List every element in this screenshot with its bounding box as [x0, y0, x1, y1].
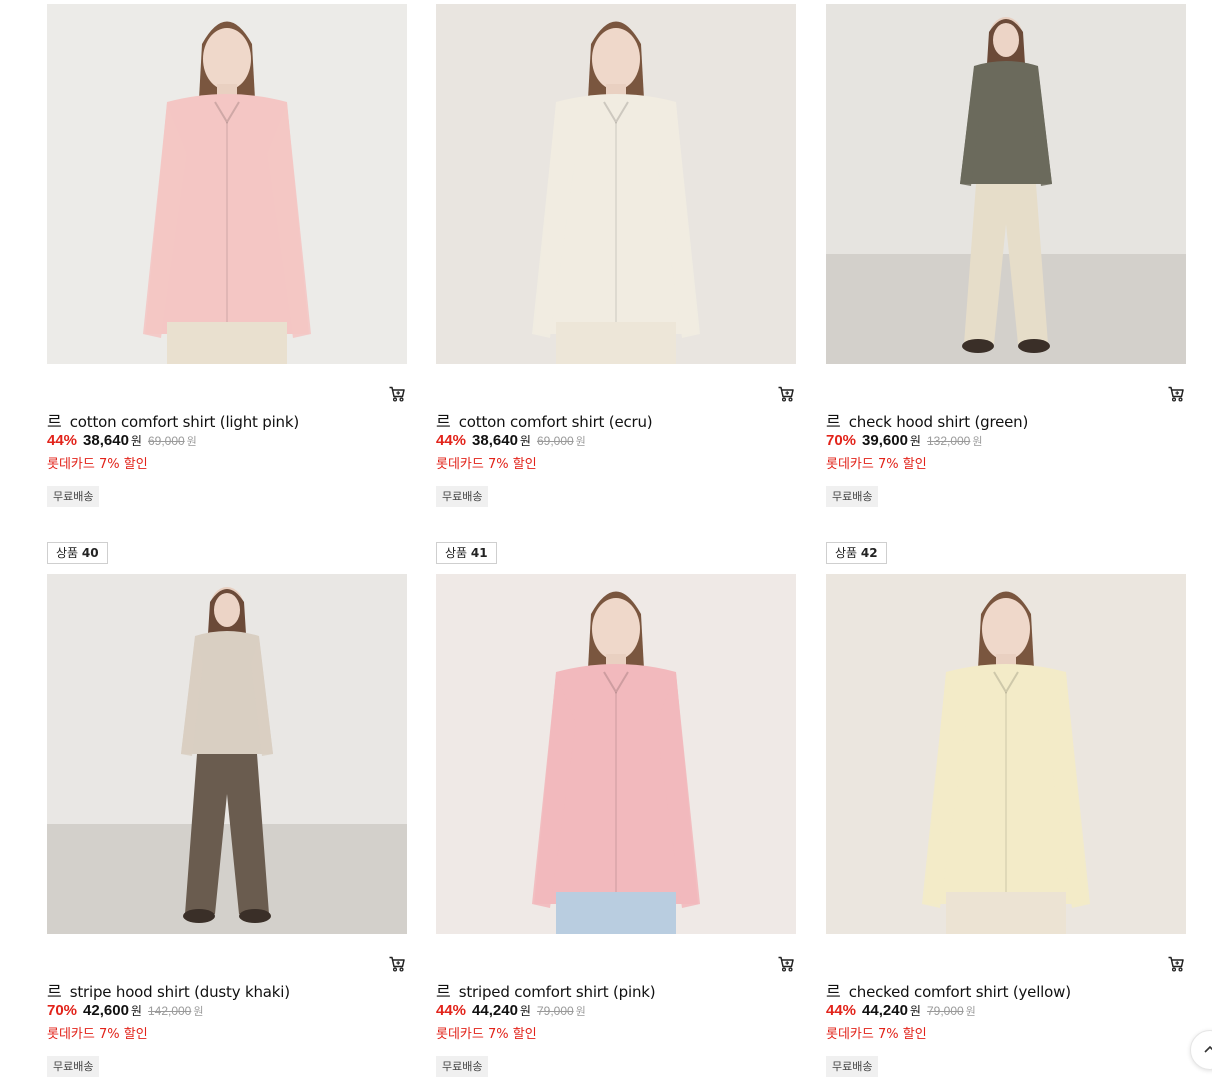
product-name[interactable]: striped comfort shirt (pink) — [459, 983, 656, 1001]
original-currency-unit: 원 — [575, 435, 586, 448]
card-discount-text: 롯데카드 7% 할인 — [47, 457, 148, 472]
cart-icon — [1168, 956, 1184, 972]
discount-rate: 44% — [47, 432, 78, 449]
sale-price: 38,640 — [472, 432, 518, 449]
product-card[interactable]: 상품 40 르 stripe hood shirt (dusty khaki) 70%… — [47, 542, 407, 1077]
cart-icon — [778, 386, 794, 402]
currency-unit: 원 — [519, 1004, 531, 1018]
product-name[interactable]: cotton comfort shirt (ecru) — [459, 413, 653, 431]
brand-name[interactable]: 르 — [436, 978, 451, 1002]
brand-name[interactable]: 르 — [826, 978, 841, 1002]
currency-unit: 원 — [909, 434, 921, 448]
product-card[interactable]: 상품 41 르 striped comfort shirt (pink) 44% 44,… — [436, 542, 796, 1077]
brand-name[interactable]: 르 — [826, 408, 841, 432]
product-card[interactable]: 르 cotton comfort shirt (ecru) 44% 38,640 원 69… — [436, 4, 796, 507]
discount-rate: 44% — [436, 1002, 467, 1019]
rank-badge: 상품 40 — [47, 542, 108, 564]
cart-icon — [389, 956, 405, 972]
product-card[interactable]: 르 cotton comfort shirt (light pink) 44% 38,… — [47, 4, 407, 507]
free-shipping-tag: 무료배송 — [47, 1056, 100, 1077]
discount-rate: 70% — [826, 432, 857, 449]
rank-label: 상품 — [835, 546, 858, 560]
original-price: 142,000 — [147, 1004, 192, 1018]
product-image[interactable] — [436, 574, 796, 934]
product-card[interactable]: 르 check hood shirt (green) 70% 39,600 원 132,0… — [826, 4, 1186, 507]
card-discount-text: 롯데카드 7% 할인 — [826, 1027, 927, 1042]
product-image[interactable] — [436, 4, 796, 364]
sale-price: 39,600 — [862, 432, 908, 449]
original-price: 69,000 — [536, 434, 574, 448]
cart-icon — [778, 956, 794, 972]
rank-number: 42 — [860, 546, 878, 560]
original-price: 69,000 — [147, 434, 185, 448]
product-card[interactable]: 상품 42 르 checked comfort shirt (yellow) 44% 4… — [826, 542, 1186, 1077]
free-shipping-tag: 무료배송 — [436, 1056, 489, 1077]
add-to-cart-button[interactable] — [776, 384, 796, 404]
card-discount-text: 롯데카드 7% 할인 — [436, 1027, 537, 1042]
currency-unit: 원 — [130, 1004, 142, 1018]
original-currency-unit: 원 — [575, 1005, 586, 1018]
brand-name[interactable]: 르 — [47, 978, 62, 1002]
original-price: 79,000 — [926, 1004, 964, 1018]
add-to-cart-button[interactable] — [387, 954, 407, 974]
sale-price: 42,600 — [83, 1002, 129, 1019]
original-price: 79,000 — [536, 1004, 574, 1018]
product-image[interactable] — [826, 4, 1186, 364]
sale-price: 38,640 — [83, 432, 129, 449]
sale-price: 44,240 — [862, 1002, 908, 1019]
product-name[interactable]: stripe hood shirt (dusty khaki) — [70, 983, 290, 1001]
product-image[interactable] — [47, 574, 407, 934]
cart-icon — [389, 386, 405, 402]
rank-label: 상품 — [445, 546, 468, 560]
rank-badge: 상품 42 — [826, 542, 887, 564]
discount-rate: 44% — [826, 1002, 857, 1019]
currency-unit: 원 — [519, 434, 531, 448]
original-price: 132,000 — [926, 434, 971, 448]
product-name[interactable]: cotton comfort shirt (light pink) — [70, 413, 299, 431]
cart-icon — [1168, 386, 1184, 402]
original-currency-unit: 원 — [186, 435, 197, 448]
add-to-cart-button[interactable] — [1166, 954, 1186, 974]
original-currency-unit: 원 — [972, 435, 983, 448]
currency-unit: 원 — [909, 1004, 921, 1018]
free-shipping-tag: 무료배송 — [436, 486, 489, 507]
free-shipping-tag: 무료배송 — [826, 1056, 879, 1077]
brand-name[interactable]: 르 — [436, 408, 451, 432]
add-to-cart-button[interactable] — [776, 954, 796, 974]
discount-rate: 44% — [436, 432, 467, 449]
free-shipping-tag: 무료배송 — [826, 486, 879, 507]
card-discount-text: 롯데카드 7% 할인 — [47, 1027, 148, 1042]
card-discount-text: 롯데카드 7% 할인 — [436, 457, 537, 472]
sale-price: 44,240 — [472, 1002, 518, 1019]
scroll-to-top-button[interactable] — [1190, 1030, 1212, 1070]
original-currency-unit: 원 — [965, 1005, 976, 1018]
currency-unit: 원 — [130, 434, 142, 448]
free-shipping-tag: 무료배송 — [47, 486, 100, 507]
original-currency-unit: 원 — [193, 1005, 204, 1018]
brand-name[interactable]: 르 — [47, 408, 62, 432]
rank-number: 41 — [470, 546, 488, 560]
rank-label: 상품 — [56, 546, 79, 560]
discount-rate: 70% — [47, 1002, 78, 1019]
add-to-cart-button[interactable] — [1166, 384, 1186, 404]
rank-badge: 상품 41 — [436, 542, 497, 564]
chevron-up-icon — [1204, 1045, 1212, 1053]
add-to-cart-button[interactable] — [387, 384, 407, 404]
card-discount-text: 롯데카드 7% 할인 — [826, 457, 927, 472]
product-image[interactable] — [47, 4, 407, 364]
product-name[interactable]: checked comfort shirt (yellow) — [849, 983, 1071, 1001]
product-image[interactable] — [826, 574, 1186, 934]
product-name[interactable]: check hood shirt (green) — [849, 413, 1029, 431]
rank-number: 40 — [81, 546, 99, 560]
